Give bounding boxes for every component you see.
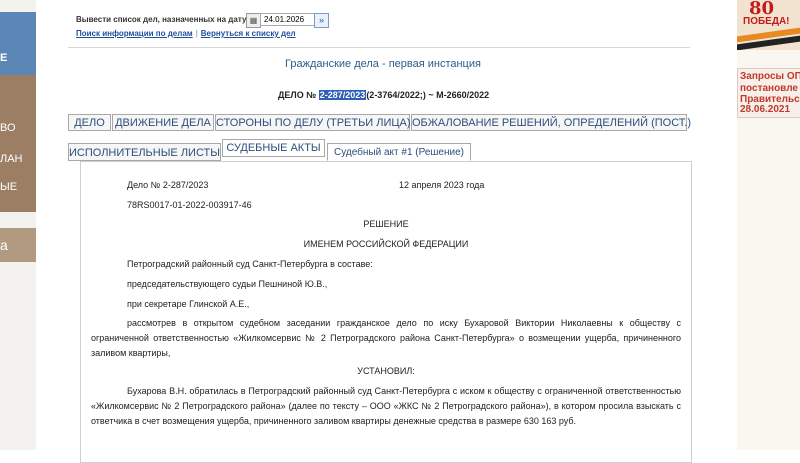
tab-appeals[interactable]: ОБЖАЛОВАНИЕ РЕШЕНИЙ, ОПРЕДЕЛЕНИЙ (ПОСТ.) (411, 114, 691, 131)
case-suffix: (2-3764/2022;) ~ М-2660/2022 (366, 90, 490, 100)
sidebar-menu: ВО ЛАН ЫЕ (0, 75, 36, 212)
doc-heading: РЕШЕНИЕ (363, 219, 409, 229)
tab-judicial-act-1[interactable]: Судебный акт #1 (Решение) (327, 143, 471, 161)
nav-links: Поиск информации по делам | Вернуться к сп… (76, 29, 296, 38)
news-link[interactable]: Запросы ОП постановле Правительс 28.06.2… (737, 68, 800, 118)
tab-case[interactable]: ДЕЛО (68, 114, 111, 131)
doc-uid: 78RS0017-01-2022-003917-46 (127, 200, 252, 210)
sidebar-item-active[interactable]: Е (0, 12, 36, 75)
document-panel: Дело № 2-287/2023 12 апреля 2023 года 78… (80, 161, 692, 463)
tab-case-movement[interactable]: ДВИЖЕНИЕ ДЕЛА (112, 114, 214, 131)
doc-judge: председательствующего судьи Пешниной Ю.В… (127, 279, 328, 289)
case-number: ДЕЛО № 2-287/2023(2-3764/2022;) ~ М-2660… (278, 90, 489, 100)
double-chevron-right-icon[interactable]: » (314, 13, 329, 28)
news-date: 28.06.2021 (740, 104, 791, 115)
right-sidebar: 80 ПОБЕДА! Запросы ОП постановле Правите… (737, 0, 800, 450)
news-line: Запросы ОП (740, 71, 800, 82)
doc-paragraph: рассмотрев в открытом судебном заседании… (91, 318, 681, 358)
doc-paragraph: Бухарова В.Н. обратилась в Петроградский… (91, 386, 681, 426)
tab-writs[interactable]: ИСПОЛНИТЕЛЬНЫЕ ЛИСТЫ (68, 143, 221, 161)
doc-court: Петроградский районный суд Санкт-Петербу… (127, 259, 373, 269)
sidebar-item-label: Е (0, 52, 8, 64)
date-filter-label: Вывести список дел, назначенных на дату (76, 15, 247, 24)
sidebar-item-label[interactable]: ЫЕ (0, 181, 17, 193)
victory-banner[interactable]: 80 ПОБЕДА! (737, 0, 800, 50)
search-cases-link[interactable]: Поиск информации по делам (76, 29, 193, 38)
case-prefix: ДЕЛО № (278, 90, 319, 100)
news-line: постановле (740, 83, 798, 94)
doc-date: 12 апреля 2023 года (399, 180, 485, 190)
doc-subheading: ИМЕНЕМ РОССИЙСКОЙ ФЕДЕРАЦИИ (303, 239, 469, 249)
doc-secretary: при секретаре Глинской А.Е., (127, 299, 250, 309)
left-sidebar: Е ВО ЛАН ЫЕ а (0, 0, 36, 450)
calendar-icon[interactable]: ▦ (246, 13, 261, 28)
case-number-highlight: 2-287/2023 (318, 90, 367, 100)
doc-established: УСТАНОВИЛ: (357, 366, 415, 376)
sidebar-item-label: а (0, 237, 8, 253)
sidebar-item-label[interactable]: ЛАН (0, 153, 23, 165)
divider (68, 47, 690, 48)
back-to-list-link[interactable]: Вернуться к списку дел (201, 29, 296, 38)
section-title: Гражданские дела - первая инстанция (285, 58, 481, 70)
link-separator: | (195, 29, 198, 38)
tab-parties[interactable]: СТОРОНЫ ПО ДЕЛУ (ТРЕТЬИ ЛИЦА) (215, 114, 411, 131)
sidebar-item-label[interactable]: ВО (0, 122, 16, 134)
doc-case-number: Дело № 2-287/2023 (127, 180, 209, 190)
tab-judicial-acts[interactable]: СУДЕБНЫЕ АКТЫ (222, 139, 325, 157)
banner-word: ПОБЕДА! (743, 16, 790, 27)
sidebar-item[interactable]: а (0, 228, 36, 262)
